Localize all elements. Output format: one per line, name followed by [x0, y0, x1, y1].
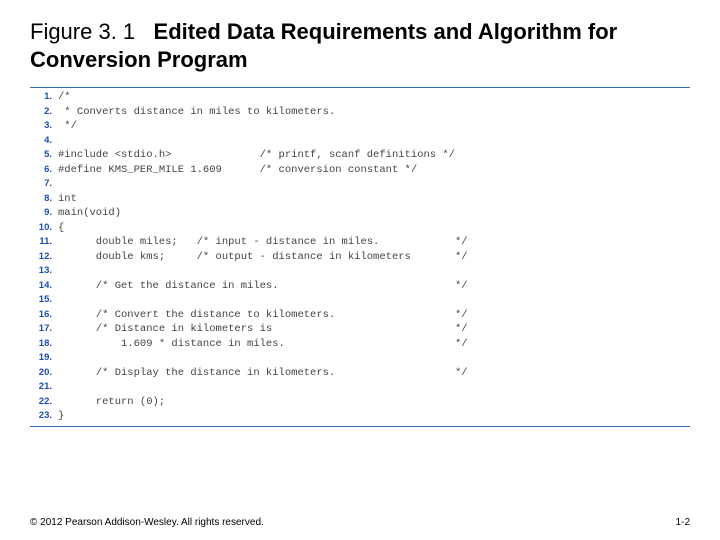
code-line: 12. double kms; /* output - distance in …: [30, 250, 690, 265]
code-text: /* Distance in kilometers is */: [58, 322, 690, 337]
code-line: 8.int: [30, 192, 690, 207]
line-number: 21.: [30, 380, 58, 395]
code-line: 7.: [30, 177, 690, 192]
slide-title: Figure 3. 1 Edited Data Requirements and…: [0, 0, 720, 81]
code-line: 11. double miles; /* input - distance in…: [30, 235, 690, 250]
line-number: 8.: [30, 192, 58, 207]
line-number: 7.: [30, 177, 58, 192]
code-line: 1./*: [30, 90, 690, 105]
line-number: 6.: [30, 163, 58, 178]
line-number: 13.: [30, 264, 58, 279]
code-text: #include <stdio.h> /* printf, scanf defi…: [58, 148, 690, 163]
line-number: 20.: [30, 366, 58, 381]
code-text: }: [58, 409, 690, 424]
line-number: 2.: [30, 105, 58, 120]
line-number: 17.: [30, 322, 58, 337]
footer: © 2012 Pearson Addison-Wesley. All right…: [30, 517, 690, 528]
code-line: 4.: [30, 134, 690, 149]
line-number: 11.: [30, 235, 58, 250]
code-line: 14. /* Get the distance in miles. */: [30, 279, 690, 294]
code-line: 17. /* Distance in kilometers is */: [30, 322, 690, 337]
line-number: 4.: [30, 134, 58, 149]
line-number: 22.: [30, 395, 58, 410]
code-text: * Converts distance in miles to kilomete…: [58, 105, 690, 120]
code-line: 13.: [30, 264, 690, 279]
code-text: int: [58, 192, 690, 207]
line-number: 15.: [30, 293, 58, 308]
code-text: main(void): [58, 206, 690, 221]
code-line: 6.#define KMS_PER_MILE 1.609 /* conversi…: [30, 163, 690, 178]
code-line: 3. */: [30, 119, 690, 134]
code-text: double kms; /* output - distance in kilo…: [58, 250, 690, 265]
copyright-text: © 2012 Pearson Addison-Wesley. All right…: [30, 517, 264, 528]
code-text: /* Get the distance in miles. */: [58, 279, 690, 294]
code-line: 23.}: [30, 409, 690, 424]
line-number: 16.: [30, 308, 58, 323]
line-number: 14.: [30, 279, 58, 294]
code-text: */: [58, 119, 690, 134]
code-text: /* Display the distance in kilometers. *…: [58, 366, 690, 381]
code-line: 9.main(void): [30, 206, 690, 221]
code-text: {: [58, 221, 690, 236]
line-number: 3.: [30, 119, 58, 134]
line-number: 23.: [30, 409, 58, 424]
code-line: 10.{: [30, 221, 690, 236]
line-number: 10.: [30, 221, 58, 236]
line-number: 12.: [30, 250, 58, 265]
code-line: 5.#include <stdio.h> /* printf, scanf de…: [30, 148, 690, 163]
code-text: /* Convert the distance to kilometers. *…: [58, 308, 690, 323]
code-line: 21.: [30, 380, 690, 395]
code-text: double miles; /* input - distance in mil…: [58, 235, 690, 250]
line-number: 19.: [30, 351, 58, 366]
code-text: #define KMS_PER_MILE 1.609 /* conversion…: [58, 163, 690, 178]
code-text: return (0);: [58, 395, 690, 410]
code-line: 15.: [30, 293, 690, 308]
code-line: 2. * Converts distance in miles to kilom…: [30, 105, 690, 120]
code-text: 1.609 * distance in miles. */: [58, 337, 690, 352]
page-number: 1-2: [676, 517, 690, 528]
code-line: 22. return (0);: [30, 395, 690, 410]
code-line: 20. /* Display the distance in kilometer…: [30, 366, 690, 381]
code-text: /*: [58, 90, 690, 105]
figure-number: Figure 3. 1: [30, 19, 135, 44]
line-number: 5.: [30, 148, 58, 163]
code-line: 18. 1.609 * distance in miles. */: [30, 337, 690, 352]
line-number: 18.: [30, 337, 58, 352]
code-line: 16. /* Convert the distance to kilometer…: [30, 308, 690, 323]
line-number: 9.: [30, 206, 58, 221]
code-line: 19.: [30, 351, 690, 366]
line-number: 1.: [30, 90, 58, 105]
code-listing: 1./*2. * Converts distance in miles to k…: [30, 87, 690, 427]
